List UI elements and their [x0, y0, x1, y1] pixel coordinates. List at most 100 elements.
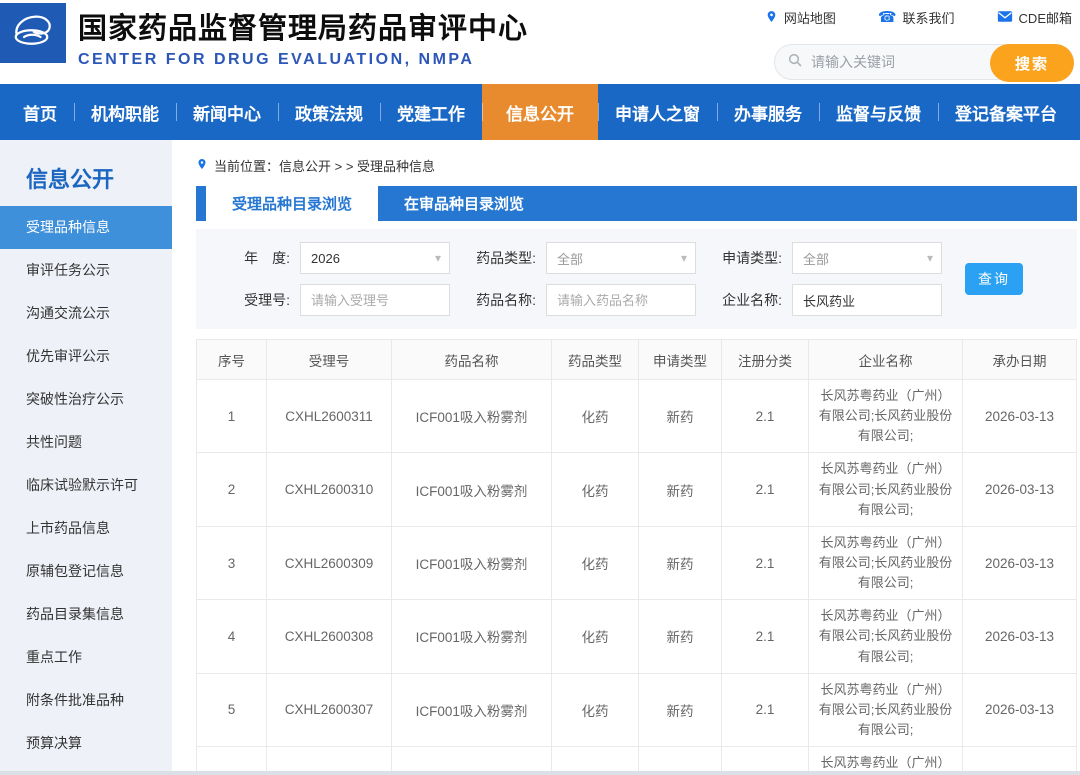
cell-seq: 5: [197, 673, 267, 746]
chevron-down-icon: ▾: [681, 251, 687, 265]
nav-item-applicant-window[interactable]: 申请人之窗: [598, 84, 717, 140]
tab-under-review-catalog[interactable]: 在审品种目录浏览: [378, 186, 550, 221]
page-bottom-divider: [0, 771, 1080, 775]
cell-apply-type: 新药: [639, 380, 722, 453]
cell-drug-type: 化药: [552, 673, 639, 746]
cell-reg-class: 2.1: [722, 600, 809, 673]
cell-company: 长风苏粤药业（广州）有限公司;长风药业股份有限公司;: [809, 600, 963, 673]
sidebar-item-conditional-approval[interactable]: 附条件批准品种: [0, 679, 172, 722]
col-header-date: 承办日期: [963, 340, 1077, 380]
nav-item-news[interactable]: 新闻中心: [176, 84, 278, 140]
drug-type-select[interactable]: 全部 ▾: [546, 242, 696, 274]
chevron-down-icon: ▾: [927, 251, 933, 265]
cell-apply-type: 新药: [639, 526, 722, 599]
accept-no-label: 受理号:: [230, 290, 300, 310]
nav-item-services[interactable]: 办事服务: [717, 84, 819, 140]
query-button[interactable]: 查询: [965, 263, 1023, 295]
sidebar-item-communication[interactable]: 沟通交流公示: [0, 292, 172, 335]
sidebar-item-clinical-trial-license[interactable]: 临床试验默示许可: [0, 464, 172, 507]
table-row: 1 CXHL2600311 ICF001吸入粉雾剂 化药 新药 2.1 长风苏粤…: [197, 380, 1077, 453]
sidebar: 信息公开 受理品种信息 审评任务公示 沟通交流公示 优先审评公示 突破性治疗公示…: [0, 140, 172, 775]
cell-apply-type: 新药: [639, 600, 722, 673]
cell-reg-class: 2.1: [722, 453, 809, 526]
cell-company: 长风苏粤药业（广州）有限公司;长风药业股份有限公司;: [809, 526, 963, 599]
year-value: 2026: [311, 251, 435, 266]
nav-item-functions[interactable]: 机构职能: [74, 84, 176, 140]
cell-drug-name: ICF001吸入粉雾剂: [392, 600, 552, 673]
contact-label: 联系我们: [903, 8, 955, 27]
year-label: 年 度:: [230, 248, 300, 268]
page-header: 国家药品监督管理局药品审评中心 CENTER FOR DRUG EVALUATI…: [0, 0, 1080, 84]
nav-item-supervision[interactable]: 监督与反馈: [819, 84, 938, 140]
breadcrumb-text: 当前位置：信息公开 > > 受理品种信息: [214, 156, 435, 175]
sidebar-item-review-tasks[interactable]: 审评任务公示: [0, 249, 172, 292]
cell-reg-class: 2.1: [722, 526, 809, 599]
search-icon: [787, 52, 803, 73]
cell-date: 2026-03-13: [963, 600, 1077, 673]
cell-accept-no: CXHL2600309: [267, 526, 392, 599]
nav-item-home[interactable]: 首页: [6, 84, 74, 140]
cell-seq: 1: [197, 380, 267, 453]
filter-panel: 年 度: 2026 ▾ 药品类型: 全部 ▾ 申请类型:: [196, 229, 1077, 329]
cell-apply-type: 新药: [639, 453, 722, 526]
table-row: 3 CXHL2600309 ICF001吸入粉雾剂 化药 新药 2.1 长风苏粤…: [197, 526, 1077, 599]
drug-type-value: 全部: [557, 249, 681, 268]
swan-logo-icon: [7, 7, 59, 60]
nav-item-policy[interactable]: 政策法规: [278, 84, 380, 140]
tab-accepted-catalog[interactable]: 受理品种目录浏览: [206, 186, 378, 221]
cell-drug-name: ICF001吸入粉雾剂: [392, 526, 552, 599]
cell-company: 长风苏粤药业（广州）有限公司;长风药业股份有限公司;: [809, 673, 963, 746]
phone-icon: ☎: [878, 10, 897, 25]
mail-link[interactable]: CDE邮箱: [997, 8, 1072, 27]
contact-link[interactable]: ☎ 联系我们: [878, 8, 955, 27]
accept-no-group: 受理号:: [230, 284, 450, 316]
cell-seq: 2: [197, 453, 267, 526]
accept-no-input[interactable]: [300, 284, 450, 316]
sidebar-item-marketed-drugs[interactable]: 上市药品信息: [0, 507, 172, 550]
col-header-drug-name: 药品名称: [392, 340, 552, 380]
breadcrumb: 当前位置：信息公开 > > 受理品种信息: [196, 150, 1077, 180]
filter-row-2: 受理号: 药品名称: 企业名称:: [230, 284, 1061, 316]
drug-name-input[interactable]: [546, 284, 696, 316]
cell-company: 长风苏粤药业（广州）有限公司;长风药业股份有限公司;: [809, 453, 963, 526]
company-input[interactable]: [792, 284, 942, 316]
sidebar-item-common-issues[interactable]: 共性问题: [0, 421, 172, 464]
apply-type-select[interactable]: 全部 ▾: [792, 242, 942, 274]
nav-item-info-disclosure[interactable]: 信息公开: [482, 84, 598, 140]
content-area: 当前位置：信息公开 > > 受理品种信息 受理品种目录浏览 在审品种目录浏览 年…: [172, 140, 1080, 775]
results-table: 序号 受理号 药品名称 药品类型 申请类型 注册分类 企业名称 承办日期 1 C…: [196, 339, 1077, 775]
cell-date: 2026-03-13: [963, 526, 1077, 599]
brand-block: 国家药品监督管理局药品审评中心 CENTER FOR DRUG EVALUATI…: [78, 5, 528, 69]
apply-type-group: 申请类型: 全部 ▾: [722, 242, 942, 274]
col-header-reg-class: 注册分类: [722, 340, 809, 380]
year-group: 年 度: 2026 ▾: [230, 242, 450, 274]
table-row: 4 CXHL2600308 ICF001吸入粉雾剂 化药 新药 2.1 长风苏粤…: [197, 600, 1077, 673]
nav-item-registration-platform[interactable]: 登记备案平台: [938, 84, 1074, 140]
sitemap-link[interactable]: 网站地图: [765, 8, 836, 27]
drug-type-group: 药品类型: 全部 ▾: [476, 242, 696, 274]
cell-date: 2026-03-13: [963, 380, 1077, 453]
sidebar-title: 信息公开: [0, 162, 172, 194]
site-title: 国家药品监督管理局药品审评中心: [78, 5, 528, 47]
year-select[interactable]: 2026 ▾: [300, 242, 450, 274]
sidebar-item-breakthrough-therapy[interactable]: 突破性治疗公示: [0, 378, 172, 421]
chevron-down-icon: ▾: [435, 251, 441, 265]
search-bar: 搜索: [774, 44, 1074, 80]
sidebar-item-drug-catalog[interactable]: 药品目录集信息: [0, 593, 172, 636]
col-header-apply-type: 申请类型: [639, 340, 722, 380]
nav-item-party[interactable]: 党建工作: [380, 84, 482, 140]
mail-icon: [997, 10, 1013, 26]
search-button[interactable]: 搜索: [990, 44, 1074, 82]
col-header-seq: 序号: [197, 340, 267, 380]
drug-type-label: 药品类型:: [476, 248, 546, 268]
main-area: 信息公开 受理品种信息 审评任务公示 沟通交流公示 优先审评公示 突破性治疗公示…: [0, 140, 1080, 775]
cell-drug-type: 化药: [552, 526, 639, 599]
sidebar-item-key-work[interactable]: 重点工作: [0, 636, 172, 679]
sidebar-item-excipients-registration[interactable]: 原辅包登记信息: [0, 550, 172, 593]
table-row: 5 CXHL2600307 ICF001吸入粉雾剂 化药 新药 2.1 长风苏粤…: [197, 673, 1077, 746]
drug-name-label: 药品名称:: [476, 290, 546, 310]
sidebar-item-priority-review[interactable]: 优先审评公示: [0, 335, 172, 378]
sidebar-item-accepted-varieties[interactable]: 受理品种信息: [0, 206, 172, 249]
sidebar-item-budget[interactable]: 预算决算: [0, 722, 172, 765]
cell-drug-type: 化药: [552, 380, 639, 453]
